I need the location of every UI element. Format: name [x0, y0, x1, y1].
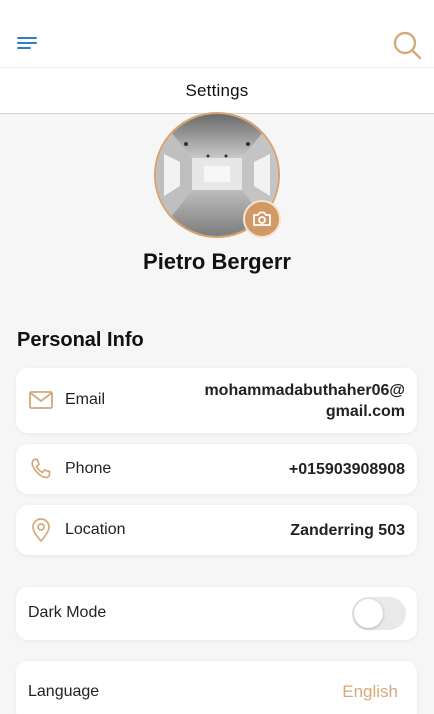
dark-mode-toggle[interactable]: [352, 597, 406, 630]
phone-icon: [29, 457, 53, 481]
email-value: mohammadabuthaher06@ gmail.com: [204, 380, 405, 422]
top-app-bar: [0, 0, 434, 68]
email-label: Email: [65, 391, 106, 408]
language-label: Language: [28, 683, 100, 700]
phone-row[interactable]: Phone +015903908908: [16, 444, 417, 494]
search-icon[interactable]: [391, 29, 423, 61]
email-row[interactable]: Email mohammadabuthaher06@ gmail.com: [16, 368, 417, 433]
dark-mode-label: Dark Mode: [28, 604, 107, 621]
hamburger-menu-icon[interactable]: [17, 36, 39, 52]
location-value: Zanderring 503: [290, 522, 405, 539]
dark-mode-row: Dark Mode: [16, 587, 417, 640]
envelope-icon: [29, 388, 53, 412]
profile-name: Pietro Bergerr: [143, 249, 291, 274]
title-bar: Settings: [0, 68, 434, 114]
camera-icon[interactable]: [243, 200, 281, 238]
email-value-line2: gmail.com: [325, 403, 405, 420]
language-row[interactable]: Language English: [16, 661, 417, 714]
email-value-line1: mohammadabuthaher06@: [204, 382, 405, 399]
phone-value: +015903908908: [288, 461, 405, 478]
location-row[interactable]: Location Zanderring 503: [16, 505, 417, 555]
location-label: Location: [65, 521, 126, 538]
section-title-personal-info: Personal Info: [17, 329, 144, 351]
phone-label: Phone: [65, 460, 112, 477]
toggle-knob: [354, 599, 383, 628]
page-title: Settings: [185, 80, 249, 100]
location-pin-icon: [29, 518, 53, 542]
language-value[interactable]: English: [342, 682, 398, 702]
profile-avatar-container: [154, 112, 281, 238]
